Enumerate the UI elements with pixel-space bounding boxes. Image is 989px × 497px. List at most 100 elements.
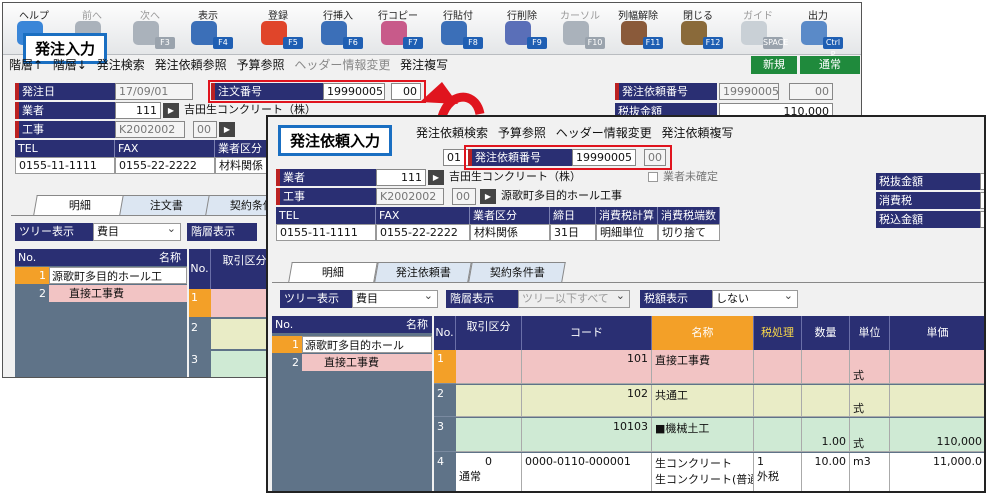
grid-cell-code[interactable]: 10103 (522, 418, 652, 452)
grid-cell-unit[interactable]: 式 (850, 418, 890, 452)
toolbar-button-7[interactable]: 行貼付 F8 (429, 3, 487, 55)
project-search-button[interactable]: ▶ (219, 122, 235, 137)
front-tab-detail[interactable]: 明細 (288, 262, 378, 282)
grid-cell-kbn[interactable] (456, 350, 522, 384)
grid-cell-tax[interactable] (754, 385, 802, 417)
toolbar-button-4[interactable]: 登録 F5 (249, 3, 307, 55)
front-tree-select[interactable]: 費目 (352, 288, 438, 308)
front-vendor-search-button[interactable]: ▶ (428, 170, 444, 185)
front-tab-contract-doc[interactable]: 契約条件書 (468, 262, 566, 282)
toolbar-button-5[interactable]: 行挿入 F6 (309, 3, 367, 55)
grid-cell-price[interactable] (890, 385, 984, 417)
grid-cell-unit[interactable]: 式 (850, 350, 890, 384)
grid-cell-price[interactable]: 11,000.0 (890, 453, 984, 491)
vendor-code-field[interactable]: 111 (115, 102, 161, 119)
grid-cell-name[interactable]: 共通工 (652, 385, 754, 417)
toolbar-label: 閉じる (683, 11, 713, 22)
fkey-badge: F8 (463, 37, 483, 49)
grid-cell-kbn[interactable] (456, 385, 522, 417)
menu-header-change[interactable]: ヘッダー情報変更 (294, 58, 390, 72)
grid-cell-unit[interactable]: m3 (850, 453, 890, 491)
front-project-name: 源歌町多目的ホール工事 (501, 189, 622, 202)
back-grid-no-head: No. (189, 249, 211, 289)
grid-cell-code[interactable]: 0000-0110-000001 (522, 453, 652, 491)
grid-row[interactable]: 101 直接工事費 式 (456, 350, 984, 384)
toolbar-button-9[interactable]: カーソル F10 (551, 3, 609, 55)
project-code-field[interactable]: K2002002 (115, 121, 185, 138)
grid-cell-name[interactable]: 生コンクリート 生コンクリート(普通) (652, 453, 754, 491)
toolbar-button-13[interactable]: 出力 Ctrl P (789, 3, 847, 59)
back-tree-select[interactable]: 費目 (93, 221, 181, 241)
toolbar-button-11[interactable]: 閉じる F12 (669, 3, 727, 55)
back-tree-row-2[interactable]: 2 直接工事費 (15, 285, 187, 302)
front-project-search-button[interactable]: ▶ (480, 189, 496, 204)
grid-cell-price[interactable] (890, 350, 984, 384)
toolbar-button-8[interactable]: 行削除 F9 (493, 3, 551, 55)
back-tab-detail[interactable]: 明細 (33, 195, 127, 215)
grid-row[interactable]: 0 通常 0000-0110-000001 生コンクリート 生コンクリート(普通) 1 外税… (456, 453, 984, 491)
vendor-search-button[interactable]: ▶ (163, 103, 179, 118)
back-tel-head: TEL (15, 140, 115, 157)
menu-order-search[interactable]: 発注検索 (97, 58, 145, 72)
back-tree-row-1[interactable]: 1 源歌町多目的ホール工 (15, 267, 187, 284)
front-tree-row-2[interactable]: 2 直接工事費 (272, 354, 432, 371)
menu-budget-ref[interactable]: 予算参照 (236, 58, 284, 72)
project-sub-field[interactable]: 00 (193, 121, 217, 138)
front-project-code-field[interactable]: K2002002 (376, 188, 444, 205)
toolbar-button-10[interactable]: 列幅解除 F11 (609, 3, 667, 55)
menu-order-copy[interactable]: 発注複写 (400, 58, 448, 72)
grid-row[interactable]: 10103 ■機械土工 1.00 式 110,000 (456, 418, 984, 452)
menu-request-search[interactable]: 発注依頼検索 (416, 126, 488, 140)
grid-cell-tax[interactable] (754, 418, 802, 452)
toolbar-label: ガイド (743, 11, 773, 22)
new-button[interactable]: 新規 (751, 56, 797, 74)
front-contact-value: 材料関係 (470, 224, 550, 241)
grid-cell-name[interactable]: ■機械土工 (652, 418, 754, 452)
front-taxshow-select[interactable]: しない (712, 288, 798, 308)
back-tab-order-doc[interactable]: 注文書 (119, 195, 213, 215)
front-tree-row-1[interactable]: 1 源歌町多目的ホール (272, 336, 432, 353)
grid-cell-code[interactable]: 102 (522, 385, 652, 417)
front-tree-pane: No. 名称 1 源歌町多目的ホール 2 直接工事費 (272, 316, 432, 491)
grid-cell-qty[interactable] (802, 350, 850, 384)
grid-cell-kbn[interactable] (456, 418, 522, 452)
front-project-sub-field[interactable]: 00 (452, 188, 476, 205)
tax-ex-field (980, 173, 984, 190)
unconfirmed-checkbox[interactable] (648, 172, 658, 182)
menu-request-copy[interactable]: 発注依頼複写 (662, 126, 734, 140)
front-tab-request-doc[interactable]: 発注依頼書 (374, 262, 472, 282)
grid-cell-tax[interactable] (754, 350, 802, 384)
order-date-field[interactable]: 17/09/01 (115, 83, 193, 100)
back-req-no-field[interactable]: 19990005 (719, 83, 779, 100)
grid-cell-qty[interactable] (802, 385, 850, 417)
grid-cell-kbn[interactable]: 0 通常 (456, 453, 522, 491)
front-tree-name-head: 名称 (302, 316, 432, 333)
grid-cell-code[interactable]: 101 (522, 350, 652, 384)
grid-head-6: 単位 (850, 316, 890, 350)
front-level-select[interactable]: ツリー以下すべて (518, 288, 630, 308)
menu-level-down[interactable]: 階層↓ (53, 58, 87, 72)
grid-head-3: 名称 (652, 316, 754, 350)
grid-cell-qty[interactable]: 10.00 (802, 453, 850, 491)
front-vendor-code-field[interactable]: 111 (376, 169, 426, 186)
tax-field (980, 192, 984, 209)
toolbar-button-12[interactable]: ガイド SPACE (729, 3, 788, 55)
grid-cell-tax[interactable]: 1 外税 (754, 453, 802, 491)
grid-cell-price[interactable]: 110,000 (890, 418, 984, 452)
grid-cell-name[interactable]: 直接工事費 (652, 350, 754, 384)
grid-row[interactable]: 102 共通工 式 (456, 385, 984, 417)
menu-request-ref[interactable]: 発注依頼参照 (155, 58, 227, 72)
menu-budget-ref-2[interactable]: 予算参照 (498, 126, 546, 140)
menu-level-up[interactable]: 階層↑ (9, 58, 43, 72)
menu-header-change-2[interactable]: ヘッダー情報変更 (556, 126, 652, 140)
toolbar-button-3[interactable]: 表示 F4 (179, 3, 237, 55)
toolbar-label: 行コピー (378, 11, 418, 22)
grid-cell-unit[interactable]: 式 (850, 385, 890, 417)
tax-in-field (980, 211, 984, 228)
normal-button[interactable]: 通常 (800, 56, 860, 74)
front-project-label: 工事 (276, 188, 376, 205)
toolbar-button-2[interactable]: 次へ F3 (121, 3, 179, 55)
back-req-sub-field[interactable]: 00 (789, 83, 833, 100)
toolbar-button-6[interactable]: 行コピー F7 (369, 3, 427, 55)
grid-cell-qty[interactable]: 1.00 (802, 418, 850, 452)
